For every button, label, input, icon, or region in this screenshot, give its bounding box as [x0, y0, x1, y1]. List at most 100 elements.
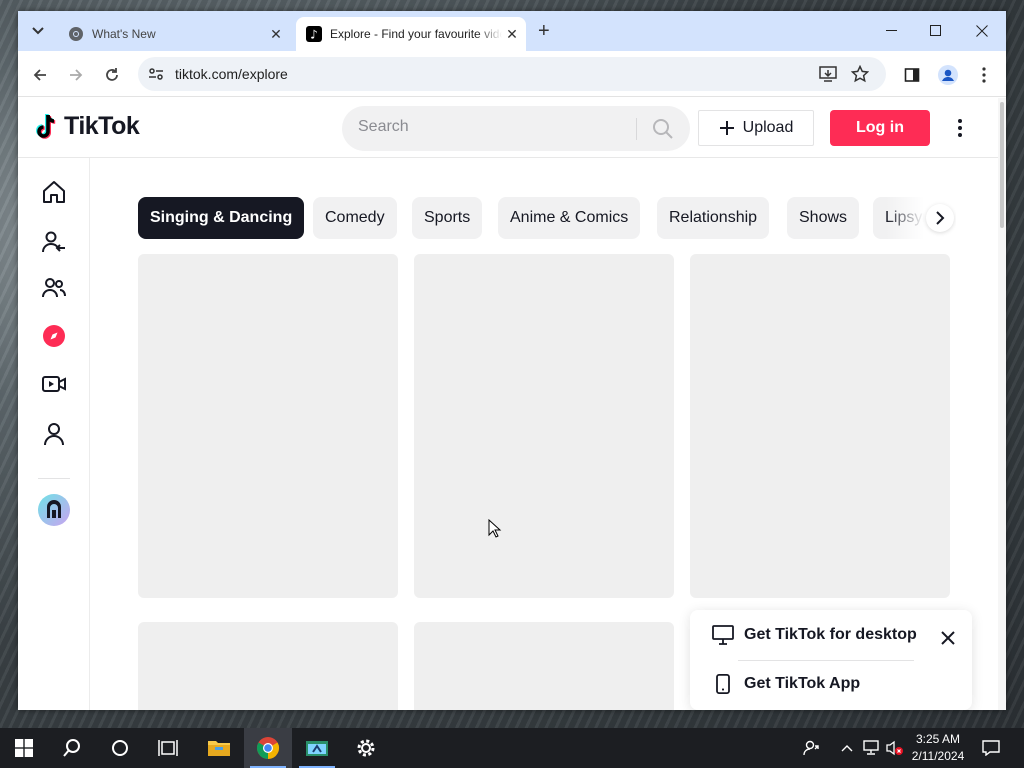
tab-search-button[interactable] [26, 19, 50, 43]
get-app-link[interactable]: Get TikTok App [712, 672, 860, 696]
reload-button[interactable] [100, 63, 124, 87]
category-chip[interactable]: Shows [787, 197, 860, 239]
chrome-menu-button[interactable] [972, 63, 996, 87]
taskbar-search-button[interactable] [48, 728, 96, 768]
scrollbar-thumb[interactable] [1000, 102, 1004, 228]
url-text: tiktok.com/explore [175, 66, 288, 82]
windows-logo-icon [15, 739, 33, 757]
avatar [38, 494, 70, 526]
category-chip[interactable]: Singing & Dancing [138, 197, 305, 239]
notifications-icon[interactable] [980, 738, 1002, 758]
upload-button[interactable]: Upload [698, 110, 814, 146]
chevron-down-icon [32, 27, 44, 35]
site-info-icon[interactable] [146, 65, 166, 83]
profile-button[interactable] [936, 63, 960, 87]
cortana-button[interactable] [96, 728, 144, 768]
svg-text:♪: ♪ [310, 28, 318, 42]
browser-toolbar: tiktok.com/explore [18, 51, 1006, 97]
chrome-icon [68, 26, 84, 42]
category-scroll-right-button[interactable] [926, 204, 954, 232]
sidebar-item-home[interactable] [38, 176, 70, 208]
taskbar-chrome[interactable] [244, 728, 292, 768]
sidebar-item-creator-avatar[interactable] [38, 494, 70, 526]
task-view-button[interactable] [144, 728, 192, 768]
tiktok-header: TikTok Upload Log in [18, 98, 998, 158]
sidebar-item-explore[interactable] [38, 320, 70, 352]
category-chip[interactable]: Anime & Comics [498, 197, 641, 239]
category-chip[interactable]: Relationship [657, 197, 770, 239]
new-tab-button[interactable]: + [538, 21, 550, 41]
show-hidden-icons-chevron-up-icon[interactable] [836, 738, 858, 758]
page-scrollbar[interactable] [998, 98, 1006, 710]
back-button[interactable] [28, 63, 52, 87]
home-icon [43, 181, 65, 203]
tiktok-favicon: ♪ [306, 26, 322, 42]
explore-icon [43, 325, 65, 347]
tab-whats-new[interactable]: What's New ✕ [58, 17, 290, 51]
get-desktop-link[interactable]: Get TikTok for desktop [712, 623, 917, 647]
search-icon [653, 119, 673, 139]
install-app-icon[interactable] [818, 65, 838, 83]
minimize-button[interactable] [872, 19, 912, 43]
volume-muted-icon[interactable] [884, 738, 906, 758]
arrow-left-icon [33, 69, 46, 81]
sidebar-item-profile[interactable] [38, 418, 70, 450]
clock-time: 3:25 AM [915, 732, 961, 746]
folder-icon [208, 741, 230, 756]
taskbar-settings[interactable] [342, 728, 390, 768]
video-card-placeholder[interactable] [414, 622, 674, 710]
more-options-button[interactable] [950, 116, 970, 140]
get-app-popup: Get TikTok for desktop Get TikTok App [690, 610, 972, 710]
address-bar[interactable]: tiktok.com/explore [138, 57, 886, 91]
cortana-circle-icon [112, 740, 128, 756]
live-icon [42, 376, 66, 392]
close-icon [941, 631, 955, 645]
kebab-menu-icon [982, 67, 986, 83]
close-tab-icon[interactable]: ✕ [502, 26, 522, 43]
maximize-button[interactable] [916, 19, 956, 43]
forward-button[interactable] [64, 63, 88, 87]
tab-title: Explore - Find your favourite videos on … [330, 27, 502, 41]
start-button[interactable] [0, 728, 48, 768]
plus-icon [719, 121, 734, 135]
close-tab-icon[interactable]: ✕ [266, 26, 286, 43]
desktop-monitor-icon [712, 625, 734, 645]
category-chip[interactable]: Sports [412, 197, 483, 239]
system-clock[interactable]: 3:25 AM 2/11/2024 [906, 731, 970, 765]
taskbar-app[interactable] [293, 728, 341, 768]
windows-taskbar: 3:25 AM 2/11/2024 [0, 728, 1024, 768]
chrome-icon [257, 737, 279, 759]
get-app-label: Get TikTok App [744, 675, 861, 692]
tab-title: What's New [92, 27, 156, 41]
sidebar-item-following[interactable] [38, 226, 70, 258]
mouse-cursor-icon [488, 519, 502, 538]
taskbar-file-explorer[interactable] [195, 728, 243, 768]
category-chip[interactable]: Comedy [313, 197, 397, 239]
search-divider [636, 118, 637, 140]
video-card-placeholder[interactable] [414, 254, 674, 598]
sidebar-item-live[interactable] [38, 368, 70, 400]
side-panel-button[interactable] [900, 63, 924, 87]
people-icon[interactable] [800, 738, 822, 758]
category-bar: Singing & Dancing Comedy Sports Anime & … [138, 197, 956, 239]
sidebar-item-friends[interactable] [38, 272, 70, 304]
tiktok-logo[interactable]: TikTok [34, 112, 140, 141]
bookmark-star-icon[interactable] [850, 65, 870, 83]
close-window-button[interactable] [962, 19, 1002, 43]
popup-divider [738, 660, 914, 661]
reload-icon [106, 68, 118, 81]
close-popup-button[interactable] [938, 628, 958, 648]
search-button[interactable] [648, 116, 678, 142]
friends-icon [42, 278, 66, 298]
login-button[interactable]: Log in [830, 110, 930, 146]
video-card-placeholder[interactable] [138, 254, 398, 598]
video-card-placeholder[interactable] [138, 622, 398, 710]
arrow-right-icon [70, 69, 83, 81]
app-window-icon [306, 741, 328, 756]
tab-explore[interactable]: ♪ Explore - Find your favourite videos o… [296, 17, 526, 51]
search-input[interactable] [358, 118, 628, 136]
side-panel-icon [904, 68, 920, 82]
mobile-phone-icon [716, 674, 730, 694]
network-icon[interactable] [860, 738, 882, 758]
video-card-placeholder[interactable] [690, 254, 950, 598]
